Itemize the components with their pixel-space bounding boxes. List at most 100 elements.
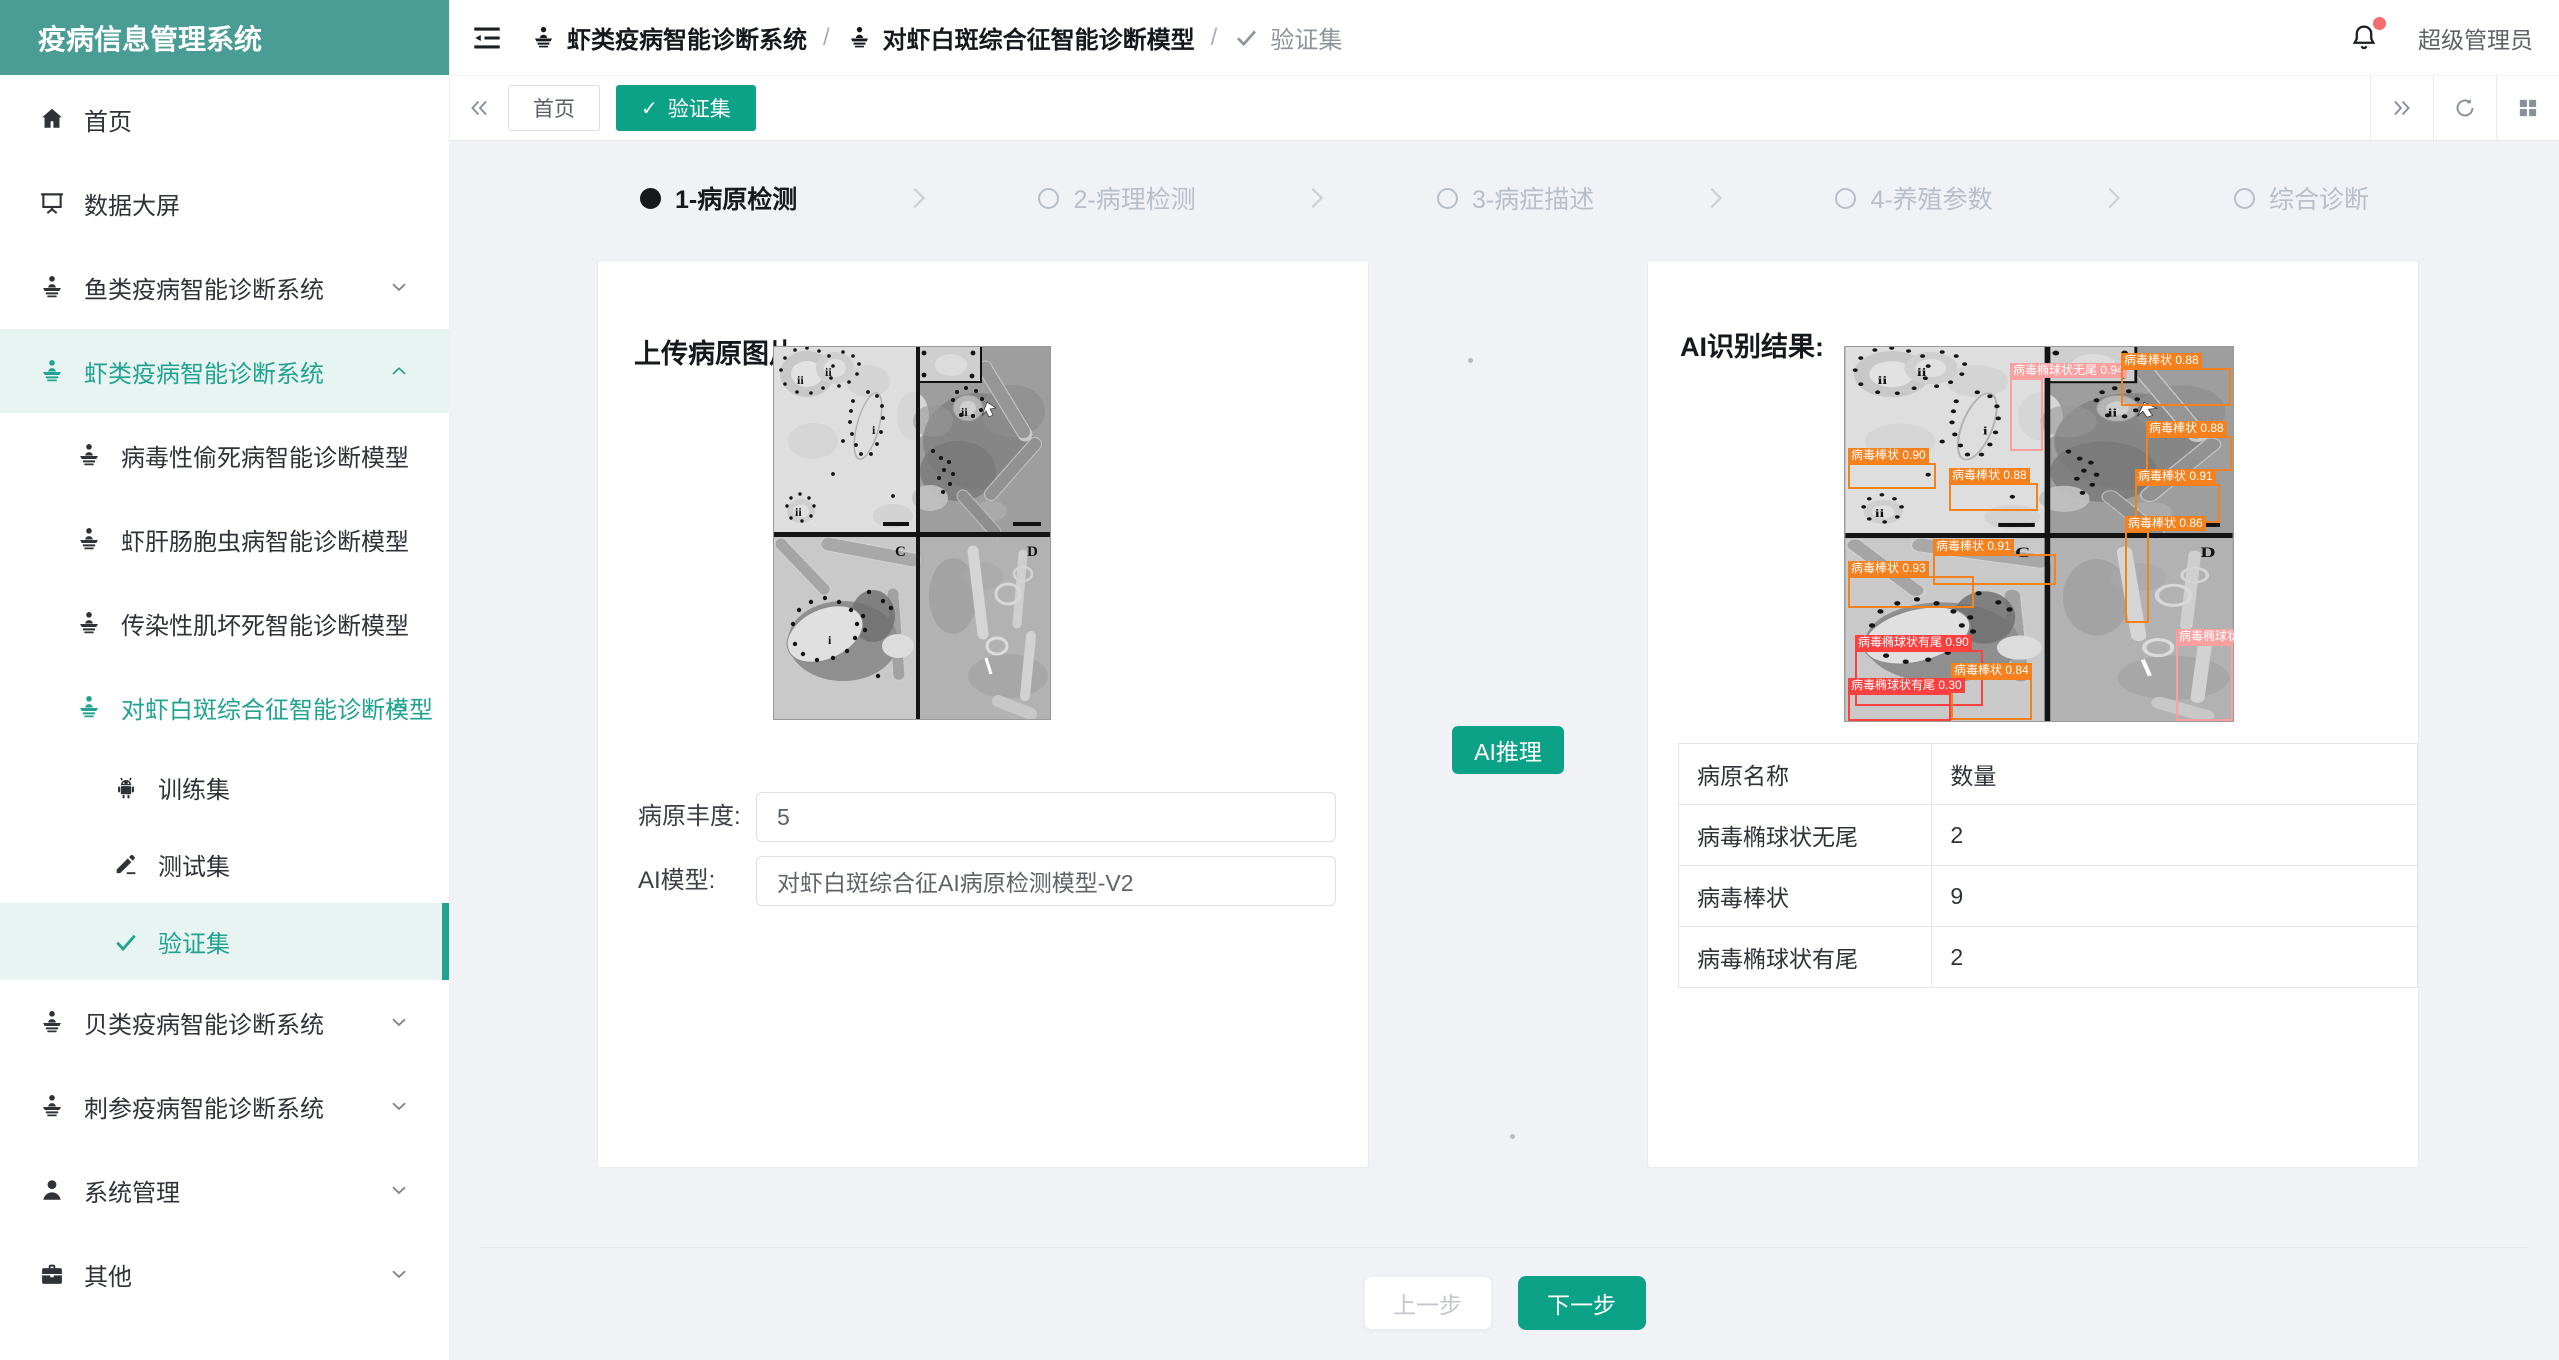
detection-label: 病毒椭球状无尾 0.94 (2010, 363, 2127, 378)
check-icon (1233, 24, 1260, 51)
step-2[interactable]: 2-病理检测 (1038, 180, 1195, 216)
sidebar-item-label: 鱼类疫病智能诊断系统 (84, 270, 324, 305)
sidebar: 疫病信息管理系统 首页数据大屏鱼类疫病智能诊断系统虾类疫病智能诊断系统病毒性偷死… (0, 0, 450, 1360)
svg-text:C: C (895, 544, 906, 560)
diagnosis-icon (38, 357, 66, 385)
breadcrumb-separator: / (823, 24, 830, 52)
sidebar-item-label: 系统管理 (84, 1173, 180, 1208)
sidebar-item-label: 虾肝肠胞虫病智能诊断模型 (121, 522, 409, 557)
screen-icon (38, 189, 66, 217)
sidebar-menu: 首页数据大屏鱼类疫病智能诊断系统虾类疫病智能诊断系统病毒性偷死病智能诊断模型虾肝… (0, 75, 449, 1316)
step-1[interactable]: 1-病原检测 (640, 180, 797, 216)
detection-box (2176, 644, 2233, 721)
breadcrumb-item-0[interactable]: 虾类疫病智能诊断系统 (530, 20, 807, 55)
svg-text:D: D (2200, 544, 2215, 560)
sidebar-item-14[interactable]: 其他 (0, 1232, 449, 1316)
sidebar-item-7[interactable]: 对虾白斑综合征智能诊断模型 (0, 665, 449, 749)
sidebar-item-12[interactable]: 刺参疫病智能诊断系统 (0, 1064, 449, 1148)
footer: 上一步 下一步 (450, 1276, 2559, 1330)
footer-divider (480, 1247, 2529, 1248)
sidebar-item-3[interactable]: 虾类疫病智能诊断系统 (0, 329, 449, 413)
detection-label: 病毒椭球状有尾 0.30 (1848, 678, 1965, 693)
tabs-scroll-left-icon[interactable] (450, 76, 508, 140)
top-bar: 虾类疫病智能诊断系统 / 对虾白斑综合征智能诊断模型 / 验证集 超级管理员 (450, 0, 2559, 75)
step-arrow-icon (903, 183, 933, 213)
next-step-button[interactable]: 下一步 (1518, 1276, 1646, 1330)
table-cell: 2 (1932, 927, 2418, 988)
speck-dot (1510, 1134, 1515, 1139)
sidebar-item-5[interactable]: 虾肝肠胞虫病智能诊断模型 (0, 497, 449, 581)
chevron-down-icon (387, 1010, 411, 1034)
chevron-down-icon (387, 1262, 411, 1286)
breadcrumb-item-2[interactable]: 验证集 (1233, 20, 1342, 55)
briefcase-icon (38, 1260, 66, 1288)
diagnosis-icon (530, 24, 557, 51)
breadcrumb-separator: / (1211, 24, 1218, 52)
sidebar-item-11[interactable]: 贝类疫病智能诊断系统 (0, 980, 449, 1064)
model-select[interactable]: 对虾白斑综合征AI病原检测模型-V2 (756, 856, 1336, 906)
step-5[interactable]: 综合诊断 (2234, 180, 2369, 216)
chevron-down-icon (387, 1178, 411, 1202)
sidebar-item-2[interactable]: 鱼类疫病智能诊断系统 (0, 245, 449, 329)
detection-label: 病毒棒状 0.90 (1848, 448, 1929, 463)
step-label: 4-养殖参数 (1870, 180, 1992, 216)
ai-infer-button[interactable]: AI推理 (1452, 726, 1564, 774)
detection-box (2121, 368, 2231, 406)
svg-text:ii: ii (825, 365, 832, 379)
sidebar-item-label: 病毒性偷死病智能诊断模型 (121, 438, 409, 473)
diagnosis-icon (75, 441, 103, 469)
pathogen-image: ii ii i ii ii C i D (773, 346, 1051, 720)
check-icon (112, 928, 140, 956)
detection-box (1949, 483, 2038, 511)
abundance-input[interactable] (756, 792, 1336, 842)
chevron-up-icon (387, 695, 411, 719)
chevron-down-icon (387, 611, 411, 635)
step-label: 3-病症描述 (1472, 180, 1594, 216)
sidebar-item-13[interactable]: 系统管理 (0, 1148, 449, 1232)
sidebar-item-6[interactable]: 传染性肌坏死智能诊断模型 (0, 581, 449, 665)
check-icon: ✓ (641, 96, 658, 121)
stepper: 1-病原检测 2-病理检测 3-病症描述 4-养殖参数 综合诊断 (640, 167, 2369, 229)
notification-bell-icon[interactable] (2348, 22, 2380, 54)
sidebar-item-label: 刺参疫病智能诊断系统 (84, 1089, 324, 1124)
sidebar-item-1[interactable]: 数据大屏 (0, 161, 449, 245)
sidebar-item-label: 数据大屏 (84, 186, 180, 221)
app-title: 疫病信息管理系统 (0, 0, 449, 75)
user-name: 超级管理员 (2418, 21, 2533, 55)
tabs-scroll-right-icon[interactable] (2370, 76, 2433, 140)
main-area: 虾类疫病智能诊断系统 / 对虾白斑综合征智能诊断模型 / 验证集 超级管理员 首页 ✓验证… (450, 0, 2559, 1360)
tab-0[interactable]: 首页 (508, 85, 600, 131)
table-header-cell: 数量 (1932, 744, 2418, 805)
svg-text:ii: ii (2108, 406, 2117, 419)
chevron-down-icon (387, 527, 411, 551)
sidebar-item-10[interactable]: 验证集 (0, 903, 449, 980)
tab-1[interactable]: ✓验证集 (616, 85, 756, 131)
result-card: AI识别结果: (1647, 260, 2419, 1168)
svg-text:i: i (1983, 425, 1988, 438)
content: 1-病原检测2-病理检测3-病症描述4-养殖参数综合诊断 上传病原图片 (450, 141, 2559, 1360)
menu-fold-icon[interactable] (470, 21, 504, 55)
step-3[interactable]: 3-病症描述 (1437, 180, 1594, 216)
table-header-row: 病原名称数量 (1679, 744, 2418, 805)
sidebar-item-8[interactable]: 训练集 (0, 749, 449, 826)
layout-grid-icon[interactable] (2496, 76, 2559, 140)
sidebar-item-label: 验证集 (158, 924, 230, 959)
sidebar-item-4[interactable]: 病毒性偷死病智能诊断模型 (0, 413, 449, 497)
step-arrow-icon (1301, 183, 1331, 213)
home-icon (38, 105, 66, 133)
prev-step-button[interactable]: 上一步 (1364, 1276, 1492, 1330)
table-cell: 9 (1932, 866, 2418, 927)
refresh-icon[interactable] (2433, 76, 2496, 140)
table-cell: 病毒椭球状无尾 (1679, 805, 1932, 866)
step-4[interactable]: 4-养殖参数 (1835, 180, 1992, 216)
table-header-cell: 病原名称 (1679, 744, 1932, 805)
step-arrow-icon (2098, 183, 2128, 213)
step-arrow-icon (1700, 183, 1730, 213)
sidebar-item-label: 其他 (84, 1257, 132, 1292)
tab-label: 首页 (533, 93, 575, 123)
breadcrumb-item-1[interactable]: 对虾白斑综合征智能诊断模型 (846, 20, 1195, 55)
sidebar-item-9[interactable]: 测试集 (0, 826, 449, 903)
sidebar-item-0[interactable]: 首页 (0, 77, 449, 161)
step-label: 1-病原检测 (675, 180, 797, 216)
ai-result-image: ii ii i ii ii C i D 病毒椭球状无尾 0.94病毒棒状 0.8… (1844, 346, 2234, 722)
